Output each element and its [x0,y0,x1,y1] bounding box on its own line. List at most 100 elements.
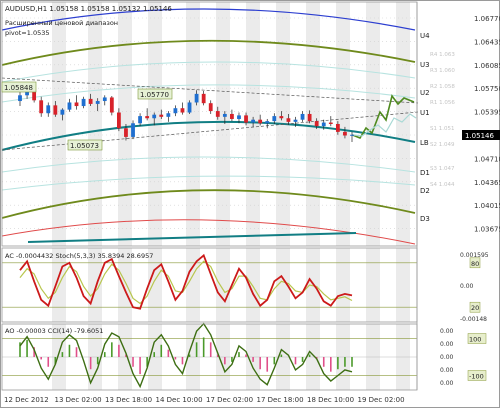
candle-body [194,93,199,103]
level-label: D1 [420,169,430,177]
cci-title: AO -0.00003 CCI(14) -79.6051 [5,327,103,335]
session-band [366,2,380,246]
time-tick: 13 Dec 18:00 [105,396,152,404]
candle-body [95,101,100,104]
candle-body [343,131,347,136]
stoch-level-label: 20 [471,304,479,312]
candle-body [187,102,192,113]
price-tick: 1.05750 [474,85,500,93]
candle-body [88,98,93,104]
candle-body [166,113,171,117]
candle-body [321,122,326,127]
price-tick: 1.04710 [474,155,500,163]
time-tick: 12 Dec 2012 [4,396,49,404]
candle-body [307,113,312,122]
time-tick: 17 Dec 18:00 [257,396,304,404]
session-band [216,2,230,246]
candle-body [237,115,241,119]
candle-body [109,97,114,113]
chart-svg: 1.06770 1.06435 1.06085 1.05750 1.05395 1.050… [0,0,500,408]
pivot-level-label: S3 1.047 [430,166,455,172]
session-band [186,2,200,246]
candle-body [258,119,263,124]
session-band [366,248,380,322]
cci-level-label: 100 [469,336,481,344]
ao-tick: 0.00 [440,380,454,387]
session-band [52,2,66,246]
candle-body [116,112,121,129]
session-bands [52,2,410,246]
cci-level-label: -100 [469,372,484,380]
candle-body [279,116,284,119]
candle-body [138,116,142,124]
level-label: D2 [420,187,430,195]
candle-body [350,134,354,136]
price-tick: 1.06770 [474,15,500,23]
candle-body [173,108,178,114]
candle-body [145,116,150,119]
price-tick: 1.04365 [474,179,500,187]
candle-body [46,105,51,114]
session-band [216,248,230,322]
time-tick: 13 Dec 02:00 [55,396,102,404]
annotation-label: 1.05770 [140,91,169,99]
candle-body [39,100,44,114]
candle-body [67,102,72,110]
candle-body [244,115,248,123]
pivot-level-label: S1 1.051 [430,126,454,132]
time-tick: 17 Dec 02:00 [206,396,253,404]
level-label: U4 [420,32,430,40]
candle-body [293,119,298,122]
candle-body [18,95,22,102]
ao-tick: 0.00 [440,341,454,348]
candle-body [215,111,220,117]
price-tick: 1.06435 [474,38,500,46]
candle-body [222,113,227,117]
pivot-level-label: S2 1.049 [430,142,455,148]
stoch-level-label: 80 [471,260,479,268]
pivot-level-label: R1 1.056 [430,100,455,106]
chart-symbol-line: AUDUSD,H1 1.05158 1.05158 1.05132 1.0514… [5,5,172,13]
ao-tick: 0.00 [440,354,454,361]
candle-body [102,97,107,102]
candle-body [230,113,234,119]
candle-body [265,121,270,124]
candle-body [300,113,305,120]
ao-tick: 0.00 [440,367,454,374]
candle-body [74,102,79,107]
pivot-level-label: R3 1.060 [430,68,455,74]
ao-tick: 0.00 [440,328,454,335]
price-tick: 1.05395 [474,109,500,117]
candle-body [53,105,58,115]
level-label: U1 [420,109,430,117]
candle-body [201,93,206,104]
level-label: D3 [420,215,430,223]
ac-tick: 0.001595 [460,252,489,259]
session-band [246,248,260,322]
time-tick: 19 Dec 02:00 [358,396,405,404]
candle-body [328,122,333,124]
level-label: LB [420,139,429,147]
annotation-label: 1.05073 [70,142,99,150]
pivot-level-label: R2 1.058 [430,84,455,90]
candle-body [272,116,277,122]
candle-body [314,121,319,127]
candle-body [124,128,128,137]
time-tick: 18 Dec 10:00 [307,396,354,404]
candle-body [152,114,157,119]
candle-body [131,123,135,137]
time-tick: 14 Dec 10:00 [156,396,203,404]
candle-body [81,98,86,107]
price-tick: 1.03675 [474,226,500,234]
level-label: U3 [420,61,430,69]
price-tick: 1.04015 [474,202,500,210]
stoch-title: AC -0.0004432 Stoch(5,3,3) 35.8394 28.69… [5,252,153,260]
session-band [336,248,350,322]
candle-body [208,103,213,112]
indicator-subtitle: Расширенный ценовой диапазон [5,19,118,27]
candle-body [335,124,340,132]
candle-body [180,108,185,113]
current-price: 1.05146 [465,132,494,140]
ac-tick: 0.00 [460,283,474,290]
chart-window: 1.06770 1.06435 1.06085 1.05750 1.05395 1.050… [0,0,500,408]
